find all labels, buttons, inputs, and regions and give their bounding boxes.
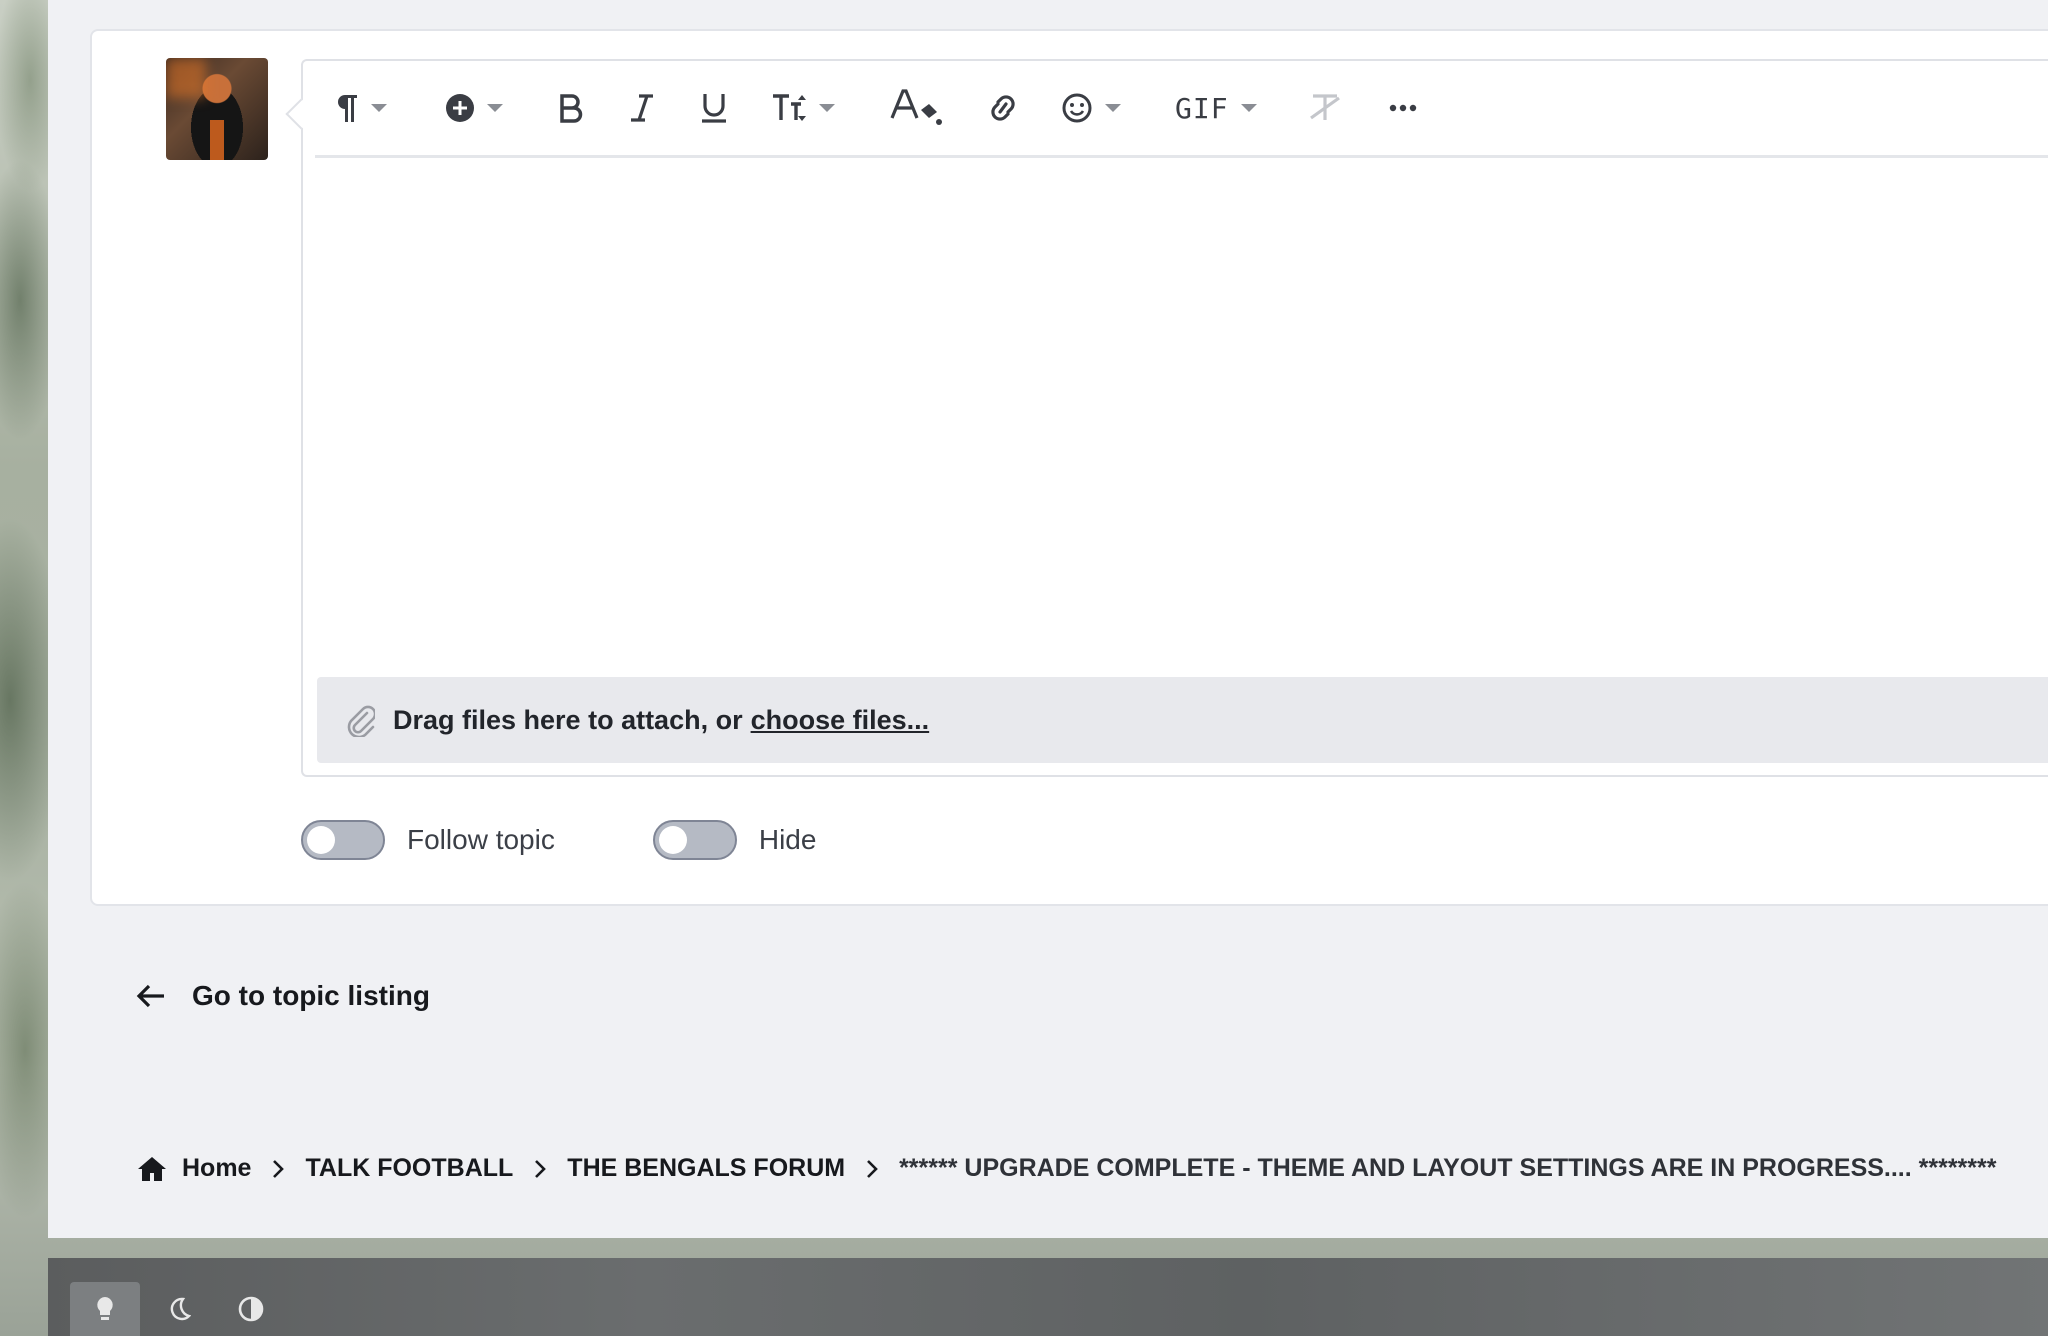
moon-icon: [170, 1297, 191, 1321]
main-content: GIF Drag files here to attach, or choose…: [48, 0, 2048, 1238]
theme-switcher-bar: [48, 1258, 2048, 1336]
arrow-left-icon: [136, 984, 164, 1008]
follow-topic-label: Follow topic: [407, 824, 555, 855]
link-icon: [991, 95, 1015, 121]
editor-toolbar: GIF: [315, 61, 2048, 158]
paperclip-icon: [347, 705, 375, 737]
breadcrumb: Home TALK FOOTBALL THE BENGALS FORUM ***…: [136, 1154, 1996, 1183]
bold-icon: [560, 94, 583, 123]
choose-files-link[interactable]: choose files...: [751, 705, 930, 736]
chevron-down-icon: [819, 104, 835, 112]
ellipsis-icon: [1389, 104, 1417, 112]
follow-topic-toggle[interactable]: [301, 820, 385, 860]
text-size-icon: [773, 94, 806, 121]
smiley-icon: [1062, 93, 1092, 123]
chevron-right-icon: [533, 1158, 547, 1180]
underline-button[interactable]: [700, 87, 728, 129]
go-to-topic-listing-link[interactable]: Go to topic listing: [136, 980, 430, 1012]
back-link-label: Go to topic listing: [192, 980, 430, 1011]
breadcrumb-talk-football[interactable]: TALK FOOTBALL: [305, 1154, 513, 1183]
insert-button[interactable]: [445, 87, 505, 129]
gif-icon: GIF: [1175, 91, 1229, 125]
reply-options: Follow topic Hide: [301, 820, 816, 860]
gif-button[interactable]: GIF: [1175, 87, 1259, 129]
italic-icon: [631, 94, 653, 122]
contrast-icon: [238, 1296, 264, 1322]
user-avatar[interactable]: [166, 58, 268, 160]
paragraph-format-button[interactable]: [333, 87, 389, 129]
chevron-right-icon: [271, 1158, 285, 1180]
light-mode-button[interactable]: [70, 1282, 140, 1336]
dark-mode-button[interactable]: [144, 1282, 214, 1336]
attach-instructions: Drag files here to attach, or: [393, 704, 743, 735]
breadcrumb-current-topic: ****** UPGRADE COMPLETE - THEME AND LAYO…: [899, 1154, 1997, 1182]
emoji-button[interactable]: [1061, 87, 1123, 129]
light-icon: [97, 1297, 113, 1320]
link-button[interactable]: [985, 87, 1021, 129]
font-size-button[interactable]: [771, 87, 837, 129]
attachment-dropzone[interactable]: Drag files here to attach, or choose fil…: [317, 677, 2048, 763]
italic-button[interactable]: [629, 87, 655, 129]
underline-icon: [702, 94, 726, 123]
editor-text-area[interactable]: [315, 161, 2048, 721]
chevron-down-icon: [1240, 104, 1257, 112]
home-icon: [138, 1156, 166, 1181]
more-button[interactable]: [1389, 87, 1417, 129]
chevron-down-icon: [1105, 104, 1121, 112]
contrast-mode-button[interactable]: [216, 1282, 286, 1336]
clear-format-icon: [1310, 94, 1340, 120]
rich-text-editor: GIF Drag files here to attach, or choose…: [301, 59, 2048, 777]
breadcrumb-bengals-forum[interactable]: THE BENGALS FORUM: [567, 1154, 845, 1183]
text-color-icon: [890, 89, 942, 125]
plus-circle-icon: [446, 94, 474, 122]
chevron-down-icon: [371, 104, 387, 112]
hide-label: Hide: [758, 824, 817, 855]
hide-toggle[interactable]: [652, 820, 737, 860]
clear-formatting-button[interactable]: [1307, 87, 1343, 129]
text-color-button[interactable]: [889, 87, 943, 129]
chevron-right-icon: [865, 1158, 879, 1180]
bold-button[interactable]: [558, 87, 584, 129]
pilcrow-icon: [338, 95, 357, 122]
chevron-down-icon: [487, 104, 503, 112]
breadcrumb-home[interactable]: Home: [182, 1154, 251, 1183]
